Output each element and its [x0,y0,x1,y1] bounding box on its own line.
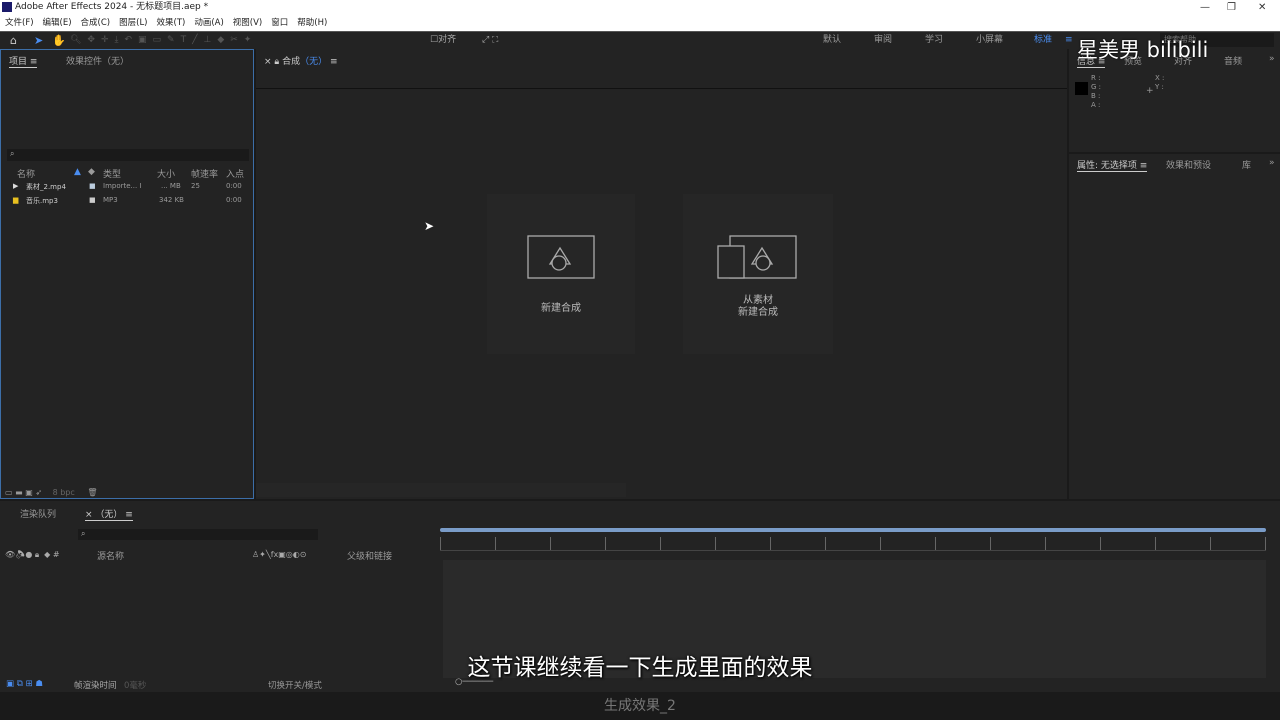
tab-composition[interactable]: × 🔒︎ 合成（无） ≡ [264,54,338,67]
item-type: MP3 [103,196,118,204]
project-row[interactable]: ▆ 音乐.mp3 ■ MP3 342 KB 0:00 [1,196,253,208]
col-fps[interactable]: 帧速率 [191,167,218,180]
interpret-footage-icon[interactable]: ▭ [5,488,13,497]
new-comp-label: 新建合成 [541,303,581,314]
tools-disabled-icon: 🔍︎✥✛⤓↶▣▭✎T╱⊥◆✂✦ [70,35,258,45]
tab-libraries[interactable]: 库 [1242,158,1251,171]
project-columns: 名称 ▲ ◆ 类型 大小 帧速率 入点 [1,167,253,180]
selection-tool-icon[interactable]: ➤ [34,32,43,49]
from-footage-label: 从素材 [743,295,773,306]
workspace-default[interactable]: 默认 [823,32,841,49]
audio-file-icon: ▆ [13,196,19,204]
work-area-bar[interactable] [440,528,1266,532]
menu-edit[interactable]: 编辑(E) [43,15,72,31]
item-in: 0:00 [226,182,242,190]
project-footer: ▭ ▬ ▣ ➶ 8 bpc 🗑︎ [5,488,97,497]
new-comp-from-footage-button[interactable]: 从素材 新建合成 [683,194,833,354]
caption: 生成效果_2 [604,698,676,714]
sort-icon[interactable]: ▲ [74,167,81,177]
col-in[interactable]: 入点 [226,167,244,180]
new-composition-button[interactable]: 新建合成 [487,194,635,354]
item-fps: 25 [191,182,200,190]
menu-animation[interactable]: 动画(A) [194,15,223,31]
workspace-review[interactable]: 审阅 [874,32,892,49]
more-panels-icon[interactable]: » [1269,54,1275,64]
workspace-small-screen[interactable]: 小屏幕 [976,32,1003,49]
menu-file[interactable]: 文件(F) [5,15,34,31]
menu-help[interactable]: 帮助(H) [297,15,327,31]
minimize-button[interactable]: — [1200,0,1210,15]
properties-panel: 属性: 无选择项 ≡ 效果和预设 库 » [1069,154,1280,499]
home-icon[interactable]: ⌂ [10,32,17,49]
col-type[interactable]: 类型 [103,167,121,180]
label-swatch: ■ [89,196,96,204]
color-swatch [1075,82,1088,95]
ae-logo-icon [2,2,12,12]
new-folder-icon[interactable]: ▬ [15,488,23,497]
tab-effects-presets[interactable]: 效果和预设 [1166,158,1211,171]
tab-render-queue[interactable]: 渲染队列 [20,507,56,520]
timeline-search-input[interactable]: ⌕ [78,529,318,540]
mouse-cursor-icon: ➤ [424,219,435,233]
new-comp-label-2: 新建合成 [738,307,778,318]
menu-layer[interactable]: 图层(L) [119,15,147,31]
composition-icon [527,235,595,279]
item-type: Importe... I [103,182,142,190]
menu-window[interactable]: 窗口 [271,15,288,31]
new-comp-icon[interactable]: ▣ [25,488,33,497]
window-title: Adobe After Effects 2024 - 无标题项目.aep * [15,2,209,12]
render-icon[interactable]: ➶ [35,488,42,497]
layer-switch-icons: 👁︎🔈︎● 🔒︎ ◆ # [5,550,60,559]
col-size[interactable]: 大小 [157,167,175,180]
project-panel: 项目 ≡ 效果控件（无） ⌕ 名称 ▲ ◆ 类型 大小 帧速率 入点 ▶ 素材_… [0,49,254,499]
align-toggle[interactable]: ☐对齐 [430,32,456,49]
crosshair-icon: + [1146,86,1154,96]
hand-tool-icon[interactable]: ✋ [52,32,66,49]
tab-properties[interactable]: 属性: 无选择项 ≡ [1077,158,1148,172]
menu-bar: 文件(F) 编辑(E) 合成(C) 图层(L) 效果(T) 动画(A) 视图(V… [0,15,1280,31]
composition-panel: × 🔒︎ 合成（无） ≡ 新建合成 从素材 新建合成 ➤ [256,49,1067,499]
project-row[interactable]: ▶ 素材_2.mp4 ■ Importe... I ... MB 25 0:00 [1,182,253,194]
item-in: 0:00 [226,196,242,204]
item-size: 342 KB [159,196,184,204]
more-panels-icon[interactable]: » [1269,158,1275,168]
label-swatch: ■ [89,182,96,190]
restore-button[interactable]: ❐ [1227,0,1236,15]
footage-composition-icon [717,235,797,279]
switch-icons: ♙✦╲fx▣◎◐⊙ [252,550,307,559]
tab-project[interactable]: 项目 ≡ [9,54,38,68]
menu-effect[interactable]: 效果(T) [157,15,186,31]
title-bar: Adobe After Effects 2024 - 无标题项目.aep * —… [0,0,1280,15]
comp-viewer-controls [256,483,626,497]
item-name: 素材_2.mp4 [26,183,66,191]
item-name: 音乐.mp3 [26,197,58,205]
tab-effect-controls[interactable]: 效果控件（无） [66,54,129,67]
source-name-header: 源名称 [97,552,125,562]
menu-view[interactable]: 视图(V) [233,15,262,31]
menu-composition[interactable]: 合成(C) [81,15,111,31]
expand-icon[interactable]: ⤢ ⛶ [482,32,498,49]
subtitle: 这节课继续看一下生成里面的效果 [467,655,813,681]
time-ruler[interactable] [440,537,1266,551]
tab-timeline[interactable]: × （无） ≡ [85,507,133,521]
bpc-toggle[interactable]: 8 bpc [53,488,75,497]
project-search-input[interactable]: ⌕ [7,149,249,161]
workspace-standard[interactable]: 标准 [1034,32,1052,49]
label-icon[interactable]: ◆ [88,167,95,177]
workspace-menu-icon[interactable]: ≡ [1065,32,1073,49]
info-panel: 信息 ≡ 预览 对齐 音频 » R :G :B :A : + X :Y : [1069,49,1280,152]
workspace-learn[interactable]: 学习 [925,32,943,49]
col-name[interactable]: 名称 [17,167,35,180]
item-size: ... MB [161,182,181,190]
close-button[interactable]: ✕ [1258,0,1266,15]
parent-link-header: 父级和链接 [347,552,393,562]
video-icon: ▶ [13,182,19,190]
trash-icon[interactable]: 🗑︎ [87,488,97,497]
watermark: 星美男 bilibili [1077,38,1209,62]
tab-audio[interactable]: 音频 [1224,54,1242,67]
